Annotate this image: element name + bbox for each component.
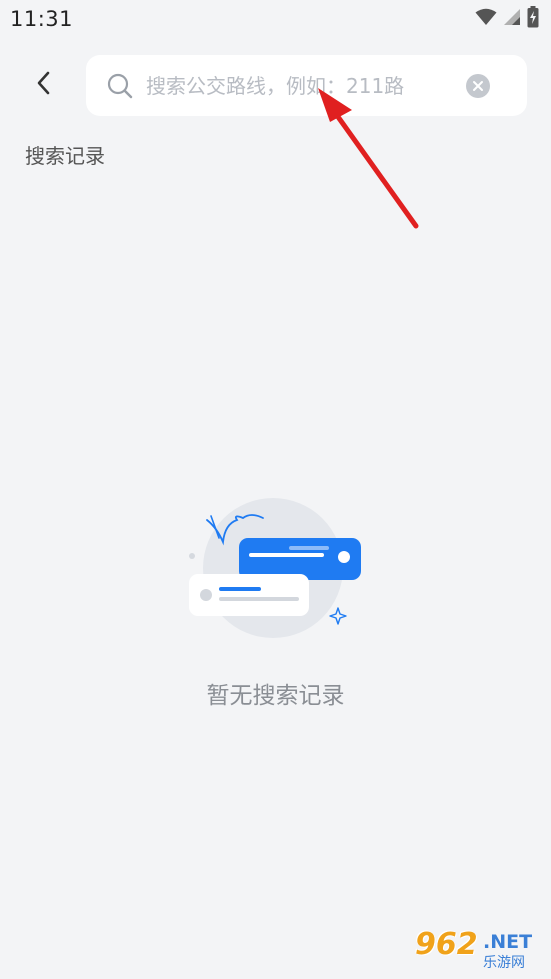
search-history-title: 搜索记录 <box>25 144 105 168</box>
search-box[interactable] <box>86 55 527 116</box>
empty-state-text: 暂无搜索记录 <box>206 683 345 709</box>
clear-icon[interactable] <box>466 74 490 98</box>
watermark-number: 962 <box>415 927 478 962</box>
search-input[interactable] <box>146 55 456 116</box>
watermark-sub: 乐游网 <box>483 955 525 971</box>
status-time: 11:31 <box>10 7 74 31</box>
chevron-left-icon <box>34 70 54 100</box>
search-icon <box>106 72 134 100</box>
signal-icon <box>503 8 521 30</box>
watermark-suffix: .NET <box>483 931 533 953</box>
status-bar: 11:31 <box>0 0 551 38</box>
back-button[interactable] <box>22 63 66 107</box>
watermark-logo: 962 .NET 乐游网 <box>415 927 545 973</box>
status-icons <box>475 6 539 32</box>
wifi-icon <box>475 8 497 30</box>
empty-chat-bubbles-illustration <box>185 498 365 644</box>
battery-charging-icon <box>527 6 539 32</box>
